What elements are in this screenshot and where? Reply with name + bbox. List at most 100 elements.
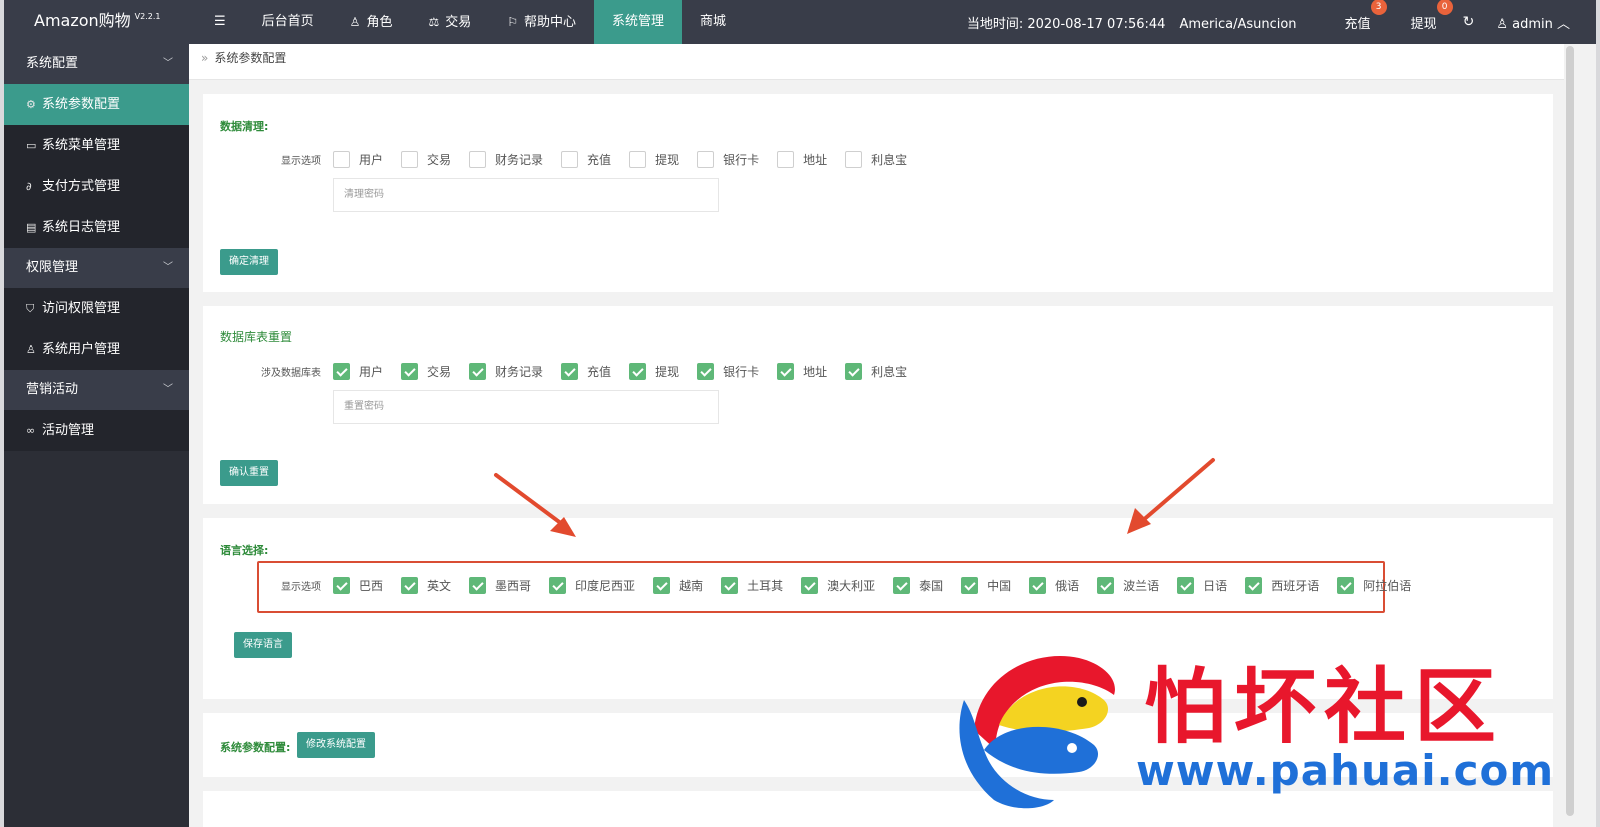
nav-help[interactable]: ⚐ 帮助中心: [489, 0, 594, 44]
checkbox-unchecked-icon[interactable]: [401, 151, 419, 168]
checkbox-language-1[interactable]: 英文: [401, 577, 457, 594]
checkbox-db_reset-7[interactable]: 利息宝: [845, 363, 913, 380]
checkbox-checked-icon[interactable]: [333, 577, 350, 594]
edit-system-config-button[interactable]: 修改系统配置: [297, 732, 375, 758]
checkbox-language-8[interactable]: 中国: [961, 577, 1017, 594]
checkbox-checked-icon[interactable]: [1177, 577, 1195, 594]
checkbox-unchecked-icon[interactable]: [845, 151, 863, 168]
withdraw-button[interactable]: 提现 0: [1411, 0, 1453, 32]
sidebar-group-system-config[interactable]: 系统配置 ﹀: [4, 44, 189, 84]
confirm-reset-button[interactable]: 确认重置: [220, 460, 278, 486]
breadcrumb-current: 系统参数配置: [214, 51, 287, 65]
checkbox-data_clear-7[interactable]: 利息宝: [845, 151, 913, 168]
recharge-button[interactable]: 充值 3: [1345, 0, 1387, 32]
user-menu[interactable]: ♙ admin ︿: [1496, 13, 1570, 32]
checkbox-data_clear-3[interactable]: 充值: [561, 151, 617, 168]
sidebar-item-access-permissions[interactable]: ⛉ 访问权限管理: [4, 288, 189, 329]
checkbox-db_reset-6[interactable]: 地址: [777, 363, 833, 380]
checkbox-checked-icon[interactable]: [629, 363, 647, 380]
nav-home[interactable]: 后台首页: [244, 0, 332, 44]
checkbox-checked-icon[interactable]: [469, 577, 487, 594]
save-language-button[interactable]: 保存语言: [234, 632, 292, 658]
checkbox-language-3[interactable]: 印度尼西亚: [549, 577, 641, 594]
checkbox-unchecked-icon[interactable]: [777, 151, 795, 168]
checkbox-checked-icon[interactable]: [653, 577, 671, 594]
confirm-clear-button[interactable]: 确定清理: [220, 249, 278, 275]
checkbox-label: 交易: [427, 153, 452, 167]
nav-role[interactable]: ♙ 角色: [332, 0, 411, 44]
chevron-down-icon: ﹀: [163, 58, 173, 69]
checkbox-checked-icon[interactable]: [333, 363, 350, 380]
checkbox-checked-icon[interactable]: [893, 577, 911, 594]
sidebar-item-system-logs[interactable]: ▤ 系统日志管理: [4, 207, 189, 248]
checkbox-db_reset-5[interactable]: 银行卡: [697, 363, 765, 380]
breadcrumb: » 系统参数配置: [189, 44, 1564, 80]
sidebar-item-menu-manage[interactable]: ▭ 系统菜单管理: [4, 125, 189, 166]
nav-trade[interactable]: ⚖ 交易: [410, 0, 489, 44]
checkbox-data_clear-5[interactable]: 银行卡: [697, 151, 765, 168]
checkbox-language-9[interactable]: 俄语: [1029, 577, 1085, 594]
checkbox-db_reset-1[interactable]: 交易: [401, 363, 457, 380]
checkbox-db_reset-3[interactable]: 充值: [561, 363, 617, 380]
checkbox-checked-icon[interactable]: [401, 363, 419, 380]
sidebar-item-activities[interactable]: ∞ 活动管理: [4, 410, 189, 451]
checkbox-checked-icon[interactable]: [845, 363, 863, 380]
checkbox-unchecked-icon[interactable]: [333, 151, 350, 168]
sidebar-item-system-params[interactable]: ⚙ 系统参数配置: [4, 84, 189, 125]
menu-toggle-button[interactable]: ☰: [196, 0, 244, 44]
checkbox-language-12[interactable]: 西班牙语: [1245, 577, 1325, 594]
sidebar-item-system-users[interactable]: ♙ 系统用户管理: [4, 329, 189, 370]
checkbox-data_clear-2[interactable]: 财务记录: [469, 151, 549, 168]
checkbox-checked-icon[interactable]: [401, 577, 419, 594]
sidebar-group-permissions[interactable]: 权限管理 ﹀: [4, 248, 189, 288]
checkbox-checked-icon[interactable]: [697, 363, 715, 380]
clear-password-input[interactable]: 清理密码: [333, 178, 719, 212]
checkbox-db_reset-4[interactable]: 提现: [629, 363, 685, 380]
nav-system[interactable]: 系统管理: [594, 0, 683, 44]
checkbox-unchecked-icon[interactable]: [561, 151, 579, 168]
checkbox-db_reset-2[interactable]: 财务记录: [469, 363, 549, 380]
checkbox-language-11[interactable]: 日语: [1177, 577, 1233, 594]
checkbox-data_clear-1[interactable]: 交易: [401, 151, 457, 168]
checkbox-language-10[interactable]: 波兰语: [1097, 577, 1165, 594]
checkbox-language-4[interactable]: 越南: [653, 577, 709, 594]
checkbox-checked-icon[interactable]: [1097, 577, 1115, 594]
checkbox-label: 提现: [655, 365, 680, 379]
checkbox-label: 利息宝: [871, 365, 908, 379]
checkbox-language-2[interactable]: 墨西哥: [469, 577, 537, 594]
checkbox-data_clear-0[interactable]: 用户: [333, 151, 389, 168]
checkbox-label: 地址: [803, 153, 828, 167]
checkbox-language-5[interactable]: 土耳其: [721, 577, 789, 594]
checkbox-checked-icon[interactable]: [721, 577, 739, 594]
scrollbar-thumb[interactable]: [1566, 46, 1574, 816]
checkbox-db_reset-0[interactable]: 用户: [333, 363, 389, 380]
checkbox-data_clear-4[interactable]: 提现: [629, 151, 685, 168]
checkbox-language-13[interactable]: 阿拉伯语: [1337, 577, 1417, 594]
document-icon: ▤: [26, 221, 37, 234]
checkbox-checked-icon[interactable]: [561, 363, 579, 380]
checkbox-language-6[interactable]: 澳大利亚: [801, 577, 881, 594]
checkbox-language-0[interactable]: 巴西: [333, 577, 389, 594]
app-logo[interactable]: Amazon购物 V2.2.1: [4, 0, 189, 44]
checkbox-label: 充值: [587, 365, 612, 379]
checkbox-unchecked-icon[interactable]: [697, 151, 715, 168]
checkbox-unchecked-icon[interactable]: [629, 151, 647, 168]
checkbox-checked-icon[interactable]: [801, 577, 819, 594]
checkbox-checked-icon[interactable]: [469, 363, 487, 380]
checkbox-checked-icon[interactable]: [1029, 577, 1047, 594]
checkbox-unchecked-icon[interactable]: [469, 151, 487, 168]
checkbox-checked-icon[interactable]: [961, 577, 979, 594]
sidebar-item-payment-methods[interactable]: ∂ 支付方式管理: [4, 166, 189, 207]
checkbox-checked-icon[interactable]: [549, 577, 567, 594]
nav-mall[interactable]: 商城: [682, 0, 744, 44]
annotation-arrow-left: [494, 473, 576, 537]
refresh-icon[interactable]: ↻: [1463, 14, 1475, 30]
checkbox-language-7[interactable]: 泰国: [893, 577, 949, 594]
reset-password-input[interactable]: 重置密码: [333, 390, 719, 424]
watermark-url: www.pahuai.com: [1136, 746, 1555, 795]
checkbox-checked-icon[interactable]: [1337, 577, 1355, 594]
checkbox-checked-icon[interactable]: [1245, 577, 1263, 594]
sidebar-group-marketing[interactable]: 营销活动 ﹀: [4, 370, 189, 410]
checkbox-checked-icon[interactable]: [777, 363, 795, 380]
checkbox-data_clear-6[interactable]: 地址: [777, 151, 833, 168]
